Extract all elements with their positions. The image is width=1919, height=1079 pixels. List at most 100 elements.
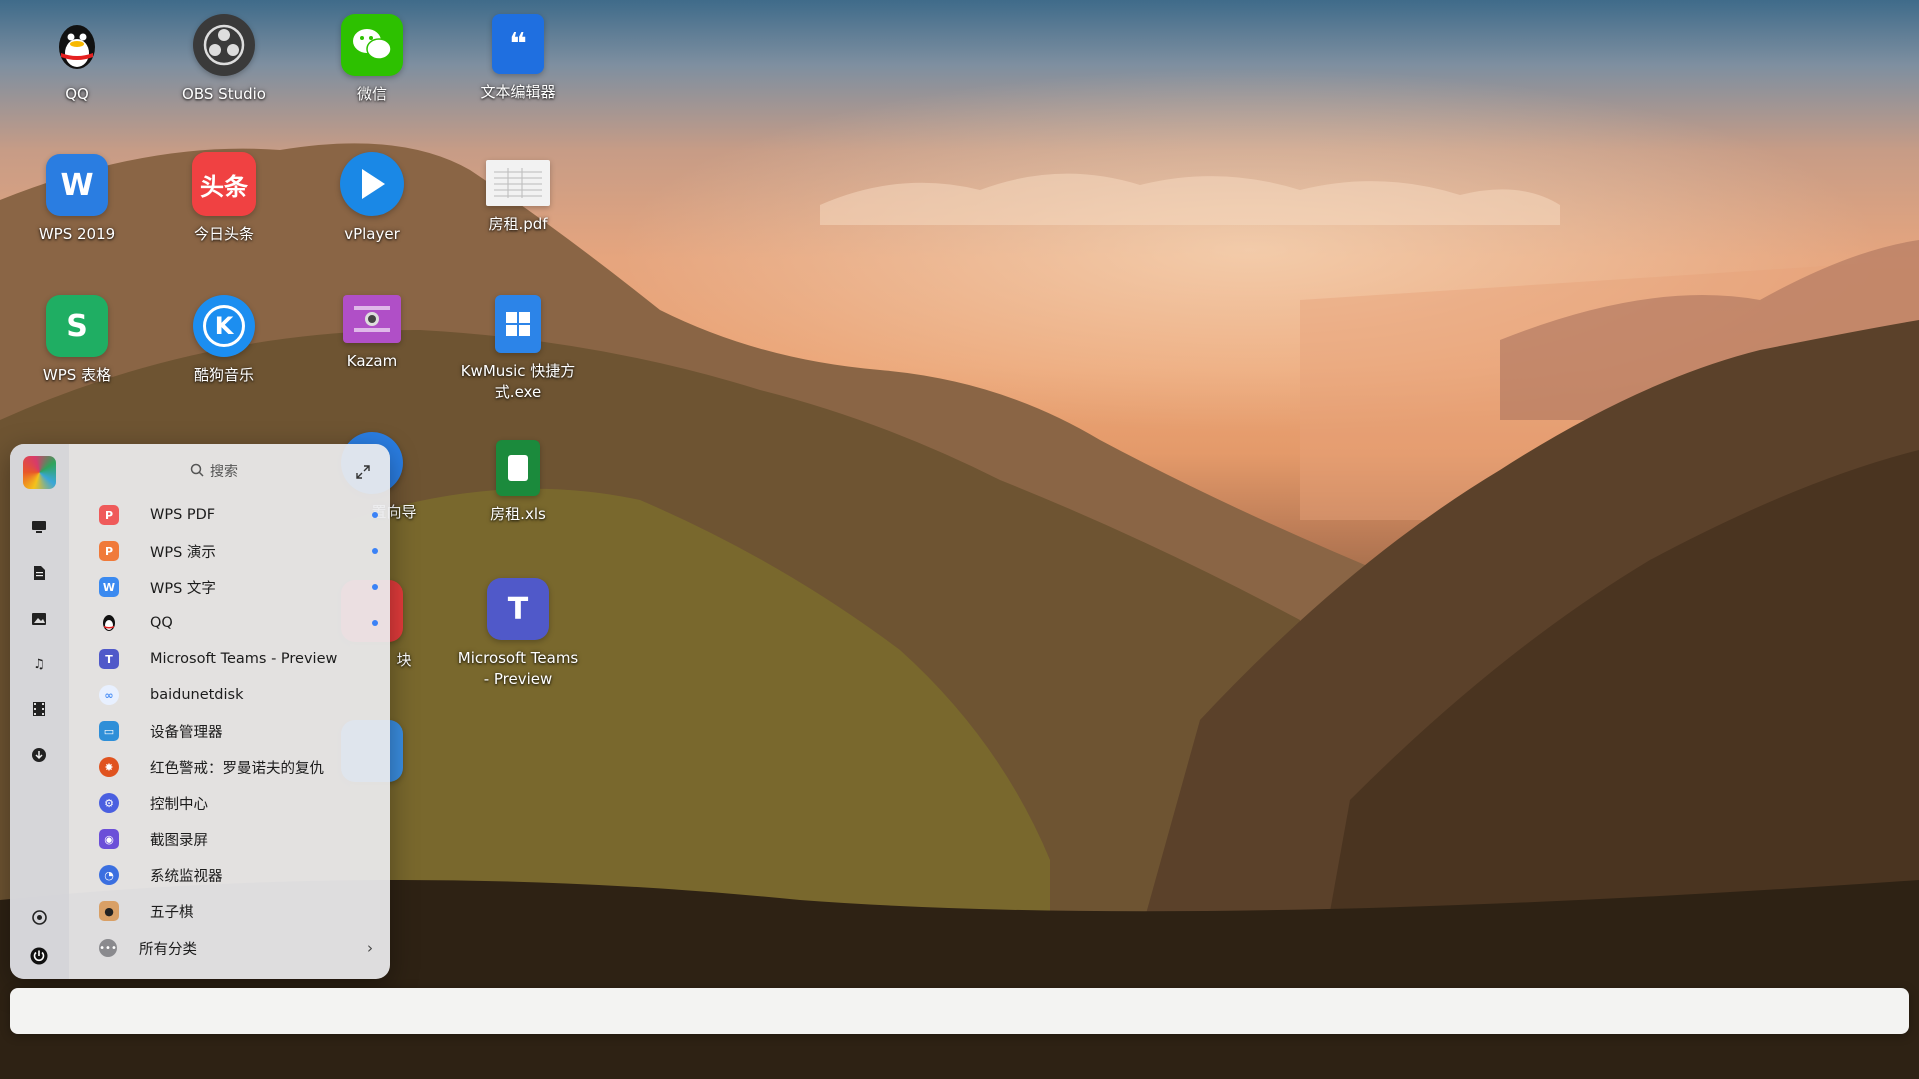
new-app-indicator: [372, 512, 378, 518]
app-item-label: WPS 演示: [150, 544, 216, 561]
avatar[interactable]: [23, 456, 56, 489]
desktop-icon-qq[interactable]: QQ: [12, 14, 142, 105]
app-item-red-alert[interactable]: ✸ 红色警戒：罗曼诺夫的复仇: [69, 749, 390, 785]
desktop-icon-label: vPlayer: [344, 225, 400, 243]
desktop-icon-label: WPS 表格: [42, 366, 112, 384]
app-item-teams[interactable]: T Microsoft Teams - Preview: [69, 641, 390, 677]
app-item-wps-writer[interactable]: W WPS 文字: [69, 569, 390, 605]
wps-writer-icon: W: [99, 577, 119, 597]
music-icon[interactable]: ♫: [27, 652, 51, 676]
obs-icon: [193, 14, 255, 76]
desktop-icon-kugou[interactable]: K 酷狗音乐: [159, 295, 289, 386]
new-app-indicator: [372, 620, 378, 626]
download-icon[interactable]: [27, 743, 51, 767]
start-menu-sidebar: ♫: [10, 444, 69, 979]
settings-icon[interactable]: [27, 905, 51, 929]
app-item-label: 红色警戒：罗曼诺夫的复仇: [150, 760, 324, 777]
desktop-icon-xls-file[interactable]: 房租.xls: [453, 440, 583, 525]
red-alert-icon: ✸: [99, 757, 119, 777]
app-item-gomoku[interactable]: ● 五子棋: [69, 893, 390, 929]
wps-pdf-icon: P: [99, 505, 119, 525]
control-center-icon: ⚙: [99, 793, 119, 813]
wps-icon: W: [46, 154, 108, 216]
app-item-wps-presentation[interactable]: P WPS 演示: [69, 533, 390, 569]
text-editor-icon: ❝: [492, 14, 544, 74]
desktop-icon-label: Kazam: [346, 352, 398, 370]
app-item-system-monitor[interactable]: ◔ 系统监视器: [69, 857, 390, 893]
search-input[interactable]: [210, 464, 270, 480]
video-icon[interactable]: [27, 697, 51, 721]
wps-presentation-icon: P: [99, 541, 119, 561]
desktop-icon-label: OBS Studio: [182, 85, 266, 103]
gomoku-icon: ●: [99, 901, 119, 921]
wps-spreadsheet-icon: S: [46, 295, 108, 357]
app-item-label: 系统监视器: [150, 868, 223, 885]
wechat-icon: [341, 14, 403, 76]
desktop-icon-wps-spreadsheet[interactable]: S WPS 表格: [12, 295, 142, 386]
kazam-icon: [343, 295, 401, 343]
app-item-label: 设备管理器: [150, 724, 223, 741]
app-item-qq[interactable]: QQ: [69, 605, 390, 641]
start-menu: ♫ P WPS PDF P WPS 演示: [10, 444, 390, 979]
teams-icon: T: [487, 578, 549, 640]
desktop-icon-obs-studio[interactable]: OBS Studio: [159, 14, 289, 105]
desktop-icon-kazam[interactable]: Kazam: [307, 295, 437, 372]
picture-icon[interactable]: [27, 607, 51, 631]
screenshot-icon: ◉: [99, 829, 119, 849]
app-item-label: 截图录屏: [150, 832, 208, 849]
desktop-icon-teams[interactable]: T Microsoft Teams - Preview: [453, 578, 583, 690]
desktop-icon-pdf-file[interactable]: 房租.pdf: [453, 160, 583, 235]
qq-penguin-icon: [46, 14, 108, 76]
app-item-label: 五子棋: [150, 904, 194, 921]
play-icon: [340, 152, 404, 216]
app-item-baidunetdisk[interactable]: ∞ baidunetdisk: [69, 677, 390, 713]
app-item-label: QQ: [150, 615, 173, 631]
desktop-icon-kwmusic-shortcut[interactable]: KwMusic 快捷方式.exe: [453, 295, 583, 403]
more-icon: •••: [99, 939, 117, 957]
app-item-device-manager[interactable]: ▭ 设备管理器: [69, 713, 390, 749]
expand-icon[interactable]: [352, 461, 374, 483]
pdf-file-icon: [486, 160, 550, 206]
device-manager-icon: ▭: [99, 721, 119, 741]
toutiao-icon: 头条: [192, 152, 256, 216]
all-categories-button[interactable]: ••• 所有分类 ›: [69, 932, 390, 964]
desktop-icon-text-editor[interactable]: ❝ 文本编辑器: [453, 14, 583, 103]
teams-icon: T: [99, 649, 119, 669]
desktop-icon-wps-2019[interactable]: W WPS 2019: [12, 154, 142, 245]
desktop-icon-label: 今日头条: [193, 225, 254, 243]
kwmusic-shortcut-icon: [495, 295, 541, 353]
app-item-label: baidunetdisk: [150, 687, 244, 703]
new-app-indicator: [372, 584, 378, 590]
app-item-wps-pdf[interactable]: P WPS PDF: [69, 497, 390, 533]
desktop-icon-label: QQ: [65, 85, 89, 103]
computer-icon[interactable]: [27, 515, 51, 539]
desktop-icon-label: 微信: [356, 85, 387, 103]
search-box[interactable]: [90, 456, 370, 488]
kugou-icon: K: [193, 295, 255, 357]
desktop-icon-label: Microsoft Teams - Preview: [457, 649, 579, 688]
search-icon: [190, 463, 204, 481]
document-icon[interactable]: [27, 561, 51, 585]
power-icon[interactable]: [27, 944, 51, 968]
qq-penguin-icon: [99, 613, 119, 633]
desktop-icon-vplayer[interactable]: vPlayer: [307, 152, 437, 245]
xls-file-icon: [496, 440, 540, 496]
app-item-label: Microsoft Teams - Preview: [150, 651, 338, 667]
app-list: P WPS PDF P WPS 演示 W WPS 文字 QQ T Microso…: [69, 497, 390, 929]
new-app-indicator: [372, 548, 378, 554]
desktop-icon-label: 房租.pdf: [488, 215, 548, 233]
system-monitor-icon: ◔: [99, 865, 119, 885]
baidu-netdisk-icon: ∞: [99, 685, 119, 705]
desktop-icon-label: 文本编辑器: [480, 83, 556, 101]
desktop-icon-label: WPS 2019: [38, 225, 116, 243]
app-item-label: WPS 文字: [150, 580, 216, 597]
desktop-icon-label: 房租.xls: [490, 505, 546, 523]
desktop-icon-toutiao[interactable]: 头条 今日头条: [159, 152, 289, 245]
desktop-icon-wechat[interactable]: 微信: [307, 14, 437, 105]
app-item-control-center[interactable]: ⚙ 控制中心: [69, 785, 390, 821]
desktop-icon-label: 酷狗音乐: [193, 366, 254, 384]
app-item-screenshot[interactable]: ◉ 截图录屏: [69, 821, 390, 857]
app-item-label: WPS PDF: [150, 507, 216, 523]
taskbar[interactable]: [10, 988, 1909, 1034]
desktop-icon-label: KwMusic 快捷方式.exe: [460, 362, 576, 401]
